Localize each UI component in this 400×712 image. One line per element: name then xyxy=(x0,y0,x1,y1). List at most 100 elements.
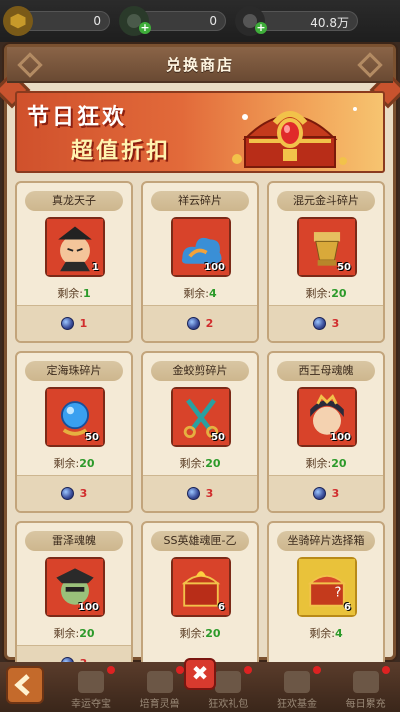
remaining-label: 剩余: xyxy=(309,627,336,640)
gem-coin-icon xyxy=(186,317,200,330)
back-arrow-icon xyxy=(14,674,30,696)
gem-value: 0 xyxy=(209,14,217,28)
item-remaining: 剩余:20 xyxy=(17,455,131,471)
item-cloud-puzzle-icon: 100 xyxy=(171,217,231,277)
shop-item-card[interactable]: 混元金斗碎片 50 剩余:20 3 xyxy=(267,181,385,343)
item-count: 6 xyxy=(218,602,225,613)
item-hero-face-icon: 1 xyxy=(45,217,105,277)
shop-item-card[interactable]: 祥云碎片 100 剩余:4 2 xyxy=(141,181,259,343)
remaining-value: 20 xyxy=(79,457,95,470)
notification-dot-icon xyxy=(175,666,184,674)
add-gem-button[interactable]: + xyxy=(139,22,151,34)
nav-item-label: 每日累充 xyxy=(345,699,386,710)
title-ornament-icon xyxy=(17,52,43,78)
item-queen-face-icon: 100 xyxy=(297,387,357,447)
nav-item-label: 狂欢礼包 xyxy=(208,699,249,710)
item-count: 6 xyxy=(344,602,351,613)
add-ore-button[interactable]: + xyxy=(255,22,267,34)
notification-dot-icon xyxy=(381,666,390,674)
remaining-value: 20 xyxy=(205,457,221,470)
ore-value: 40.8万 xyxy=(310,16,349,30)
item-blue-pearl-icon: 50 xyxy=(45,387,105,447)
gem-coin-icon xyxy=(186,487,200,500)
notification-dot-icon xyxy=(244,666,253,674)
remaining-value: 4 xyxy=(335,627,343,640)
item-count: 1 xyxy=(92,262,99,273)
item-remaining: 剩余:4 xyxy=(143,285,257,301)
resource-bar: 0 + 0 + 40.8万 xyxy=(0,0,400,42)
remaining-label: 剩余: xyxy=(305,287,332,300)
item-gold-box-icon: ? 6 xyxy=(297,557,357,617)
buy-button[interactable]: 3 xyxy=(269,475,383,511)
panel-title: 兑换商店 xyxy=(165,55,234,74)
item-count: 100 xyxy=(78,602,99,613)
buy-button[interactable]: 2 xyxy=(143,305,257,341)
gold-coin-icon xyxy=(3,6,33,36)
nav-item-label: 狂欢基金 xyxy=(276,699,317,710)
item-remaining: 剩余:20 xyxy=(143,455,257,471)
ore-resource[interactable]: + 40.8万 xyxy=(235,6,358,36)
item-count: 100 xyxy=(330,432,351,443)
item-thunder-face-icon: 100 xyxy=(45,557,105,617)
nav-item-icon xyxy=(352,671,379,693)
remaining-value: 4 xyxy=(209,287,217,300)
buy-button[interactable]: 1 xyxy=(17,305,131,341)
nav-item[interactable]: 幸运夺宝 xyxy=(63,664,119,710)
item-price: 3 xyxy=(331,317,340,330)
nav-item-label: 培育灵兽 xyxy=(139,699,180,710)
gem-coin-icon xyxy=(60,487,74,500)
item-remaining: 剩余:4 xyxy=(269,625,383,641)
banner-line1: 节日狂欢 xyxy=(27,105,128,130)
item-count: 50 xyxy=(85,432,99,443)
remaining-value: 20 xyxy=(205,627,221,640)
item-remaining: 剩余:20 xyxy=(269,455,383,471)
treasure-chest-icon xyxy=(232,107,357,168)
shop-item-card[interactable]: 金蛟剪碎片 50 剩余:20 3 xyxy=(141,351,259,513)
svg-text:?: ? xyxy=(334,585,341,600)
shop-item-card[interactable]: 定海珠碎片 50 剩余:20 3 xyxy=(15,351,133,513)
notification-dot-icon xyxy=(312,666,321,674)
remaining-value: 20 xyxy=(331,457,347,470)
item-price: 2 xyxy=(205,317,214,330)
shop-item-card[interactable]: 真龙天子 1 剩余:1 1 xyxy=(15,181,133,343)
item-count: 50 xyxy=(211,432,225,443)
item-price: 1 xyxy=(79,317,88,330)
item-price: 3 xyxy=(205,487,214,500)
back-button[interactable] xyxy=(6,666,44,704)
item-price: 3 xyxy=(79,487,88,500)
remaining-label: 剩余: xyxy=(57,287,84,300)
item-remaining: 剩余:20 xyxy=(17,625,131,641)
nav-item-icon xyxy=(77,671,104,693)
banner-line2: 超值折扣 xyxy=(71,139,172,164)
item-name: 混元金斗碎片 xyxy=(277,191,375,211)
item-remaining: 剩余:20 xyxy=(269,285,383,301)
gold-resource[interactable]: 0 xyxy=(3,6,110,36)
close-button[interactable]: ✖ xyxy=(184,658,216,690)
shop-item-card[interactable]: 坐骑碎片选择箱? 6 剩余:4 xyxy=(267,521,385,683)
item-count: 50 xyxy=(337,262,351,273)
buy-button[interactable]: 3 xyxy=(269,305,383,341)
buy-button[interactable]: 3 xyxy=(17,475,131,511)
remaining-value: 1 xyxy=(83,287,91,300)
item-count: 100 xyxy=(204,262,225,273)
gem-resource[interactable]: + 0 xyxy=(119,6,226,36)
item-remaining: 剩余:20 xyxy=(143,625,257,641)
item-scissors-icon: 50 xyxy=(171,387,231,447)
nav-item-icon xyxy=(146,671,173,693)
nav-item[interactable]: 每日累充 xyxy=(338,664,394,710)
nav-item[interactable]: 培育灵兽 xyxy=(132,664,188,710)
nav-item-icon xyxy=(283,671,310,693)
remaining-value: 20 xyxy=(331,287,347,300)
nav-item[interactable]: 狂欢基金 xyxy=(269,664,325,710)
gold-value: 0 xyxy=(93,14,101,28)
shop-item-card[interactable]: 西王母魂魄 100 剩余:20 3 xyxy=(267,351,385,513)
remaining-label: 剩余: xyxy=(53,457,80,470)
buy-button[interactable]: 3 xyxy=(143,475,257,511)
item-name: 雷泽魂魄 xyxy=(25,531,123,551)
shop-item-card[interactable]: 雷泽魂魄100剩余:203 xyxy=(15,521,133,683)
title-ornament-icon xyxy=(357,52,383,78)
remaining-label: 剩余: xyxy=(305,457,332,470)
gem-coin-icon xyxy=(60,317,74,330)
remaining-label: 剩余: xyxy=(179,457,206,470)
item-gold-cup-icon: 50 xyxy=(297,217,357,277)
